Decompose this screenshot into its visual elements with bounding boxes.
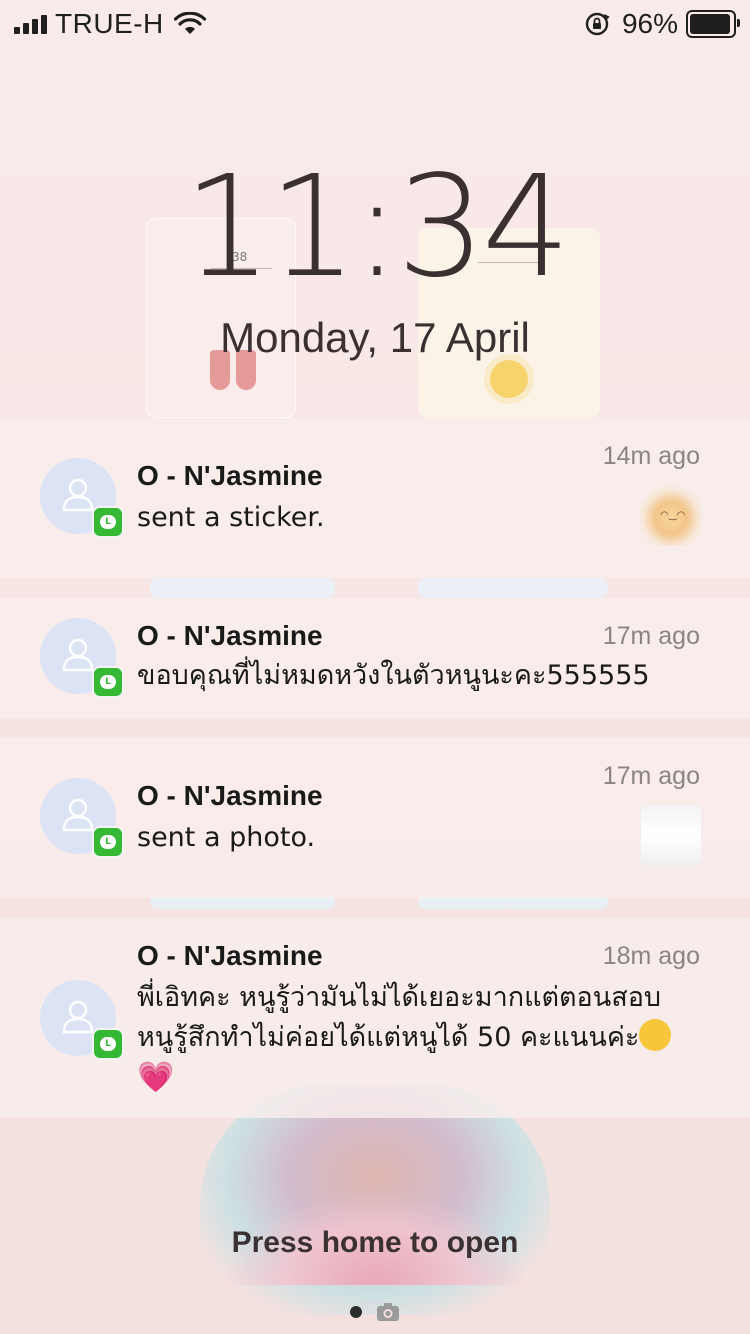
photo-thumbnail [640, 804, 702, 866]
line-app-icon: L [92, 666, 124, 698]
line-badge-letter: L [100, 835, 116, 849]
notification-time: 14m ago [602, 442, 700, 470]
pink-heart-emoji-icon: 💗 [137, 1060, 175, 1095]
notification-message: sent a sticker. [137, 502, 325, 533]
camera-icon[interactable] [376, 1302, 400, 1322]
notification-message-line: หนูรู้สึกทำไม่ค่อยได้แต่หนูได้ 50 คะแนนค… [137, 1018, 730, 1058]
battery-percent: 96% [621, 8, 678, 39]
line-app-icon: L [92, 826, 124, 858]
sticker-face-icon: ◠‿◠ [660, 510, 686, 521]
pleading-face-emoji-icon [639, 1019, 672, 1051]
notification-message: พี่เอิทคะ หนูรู้ว่ามันไม่ได้เยอะมากแต่ตอ… [137, 978, 730, 1098]
line-badge-letter: L [100, 515, 116, 529]
notification-time: 17m ago [602, 622, 700, 650]
carrier-name: TRUE-H [55, 8, 164, 39]
notification-sender: O - N'Jasmine [137, 620, 323, 651]
notification-card[interactable]: L O - N'Jasmine 17m ago sent a photo. [0, 738, 750, 898]
status-bar-left: TRUE-H [14, 8, 206, 40]
notification-sender: O - N'Jasmine [137, 780, 323, 811]
user-silhouette-icon [62, 1000, 94, 1034]
notification-time: 17m ago [602, 762, 700, 790]
notification-sender: O - N'Jasmine [137, 460, 323, 491]
notification-sender: O - N'Jasmine [137, 940, 323, 971]
page-dot [350, 1306, 362, 1318]
notification-card[interactable]: L O - N'Jasmine 17m ago ขอบคุณที่ไม่หมดห… [0, 598, 750, 718]
status-bar-right: 96% [584, 8, 740, 40]
notification-message-line: พี่เอิทคะ หนูรู้ว่ามันไม่ได้เยอะมากแต่ตอ… [137, 982, 662, 1013]
battery-fill [690, 14, 731, 34]
notification-time: 18m ago [602, 942, 700, 970]
signal-bars-icon [14, 14, 47, 34]
notification-message: sent a photo. [137, 822, 316, 853]
notification-card[interactable]: L O - N'Jasmine 18m ago พี่เอิทคะ หนูรู้… [0, 918, 750, 1118]
user-silhouette-icon [62, 638, 94, 672]
lock-screen-time: 11:34 [183, 146, 570, 309]
status-bar: TRUE-H 96% [0, 0, 750, 48]
wifi-icon [173, 12, 206, 34]
press-home-hint: Press home to open [231, 1226, 519, 1259]
user-silhouette-icon [62, 478, 94, 512]
notification-message: ขอบคุณที่ไม่หมดหวังในตัวหนูนะคะ555555 [137, 660, 650, 691]
user-silhouette-icon [62, 798, 94, 832]
notification-card[interactable]: L O - N'Jasmine 14m ago sent a sticker. … [0, 418, 750, 578]
line-app-icon: L [92, 506, 124, 538]
wallpaper-card [150, 578, 335, 598]
notification-message-text: หนูรู้สึกทำไม่ค่อยได้แต่หนูได้ 50 คะแนนค… [137, 1022, 640, 1053]
line-app-icon: L [92, 1028, 124, 1060]
line-badge-letter: L [100, 1037, 116, 1051]
lock-screen-date: Monday, 17 April [220, 314, 530, 361]
orientation-lock-icon [585, 12, 610, 36]
sticker-thumbnail: ◠‿◠ [640, 484, 702, 546]
page-indicator [0, 1302, 750, 1322]
line-badge-letter: L [100, 675, 116, 689]
battery-icon [686, 10, 740, 38]
wallpaper-sun [490, 360, 528, 398]
wallpaper-card [418, 578, 608, 598]
